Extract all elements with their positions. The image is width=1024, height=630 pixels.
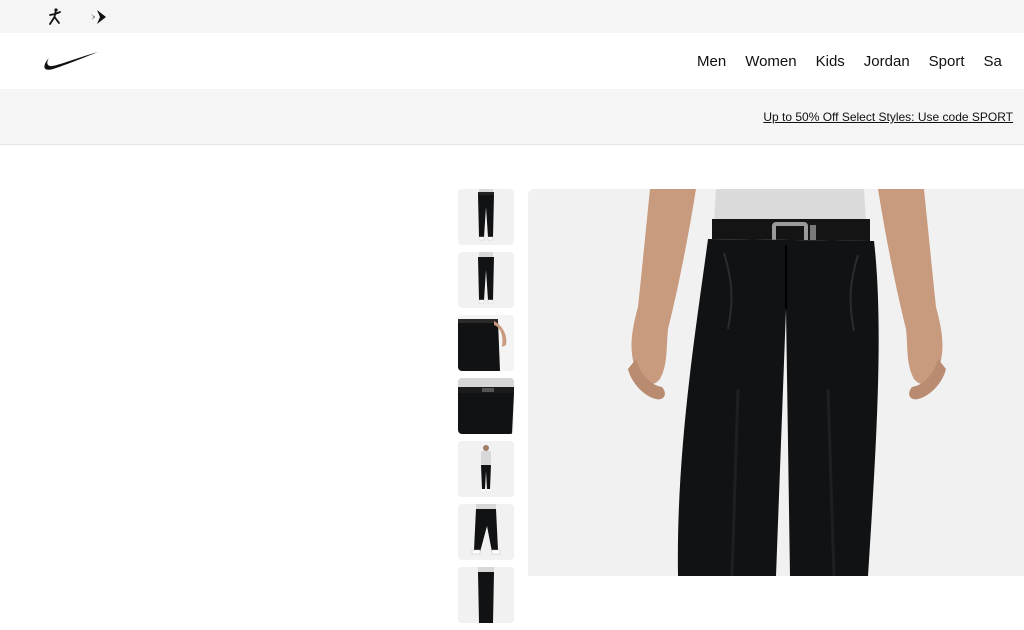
nav-men[interactable]: Men: [697, 53, 726, 70]
converse-chevron-star-icon: [91, 10, 106, 24]
jordan-jumpman-icon: [49, 8, 61, 25]
thumbnail-waistband-detail[interactable]: [458, 378, 514, 434]
nike-home-link[interactable]: [43, 51, 99, 73]
thumbnail-front[interactable]: [458, 189, 514, 245]
nav-sport[interactable]: Sport: [929, 53, 965, 70]
thumbnail-partial[interactable]: [458, 567, 514, 623]
nav-kids[interactable]: Kids: [816, 53, 845, 70]
jordan-brand-link[interactable]: [44, 6, 66, 28]
thumbnail-list: [458, 189, 514, 630]
converse-brand-link[interactable]: [89, 6, 111, 28]
thumbnail-pocket-detail[interactable]: [458, 315, 514, 371]
product-photo: [528, 189, 1024, 576]
thumbnail-full-body[interactable]: [458, 441, 514, 497]
thumbnail-side-stride[interactable]: [458, 504, 514, 560]
main-header: Men Women Kids Jordan Sport Sa: [0, 33, 1024, 89]
promo-link[interactable]: Up to 50% Off Select Styles: Use code SP…: [763, 110, 1013, 124]
utility-bar: [0, 0, 1024, 33]
main-product-image[interactable]: [528, 189, 1024, 576]
thumbnail-back[interactable]: [458, 252, 514, 308]
nav-sale[interactable]: Sa: [984, 53, 1002, 70]
primary-nav: Men Women Kids Jordan Sport Sa: [697, 33, 1021, 89]
nike-swoosh-icon: [44, 52, 98, 70]
nav-women[interactable]: Women: [745, 53, 796, 70]
promo-banner: Up to 50% Off Select Styles: Use code SP…: [0, 89, 1024, 145]
nav-jordan[interactable]: Jordan: [864, 53, 910, 70]
